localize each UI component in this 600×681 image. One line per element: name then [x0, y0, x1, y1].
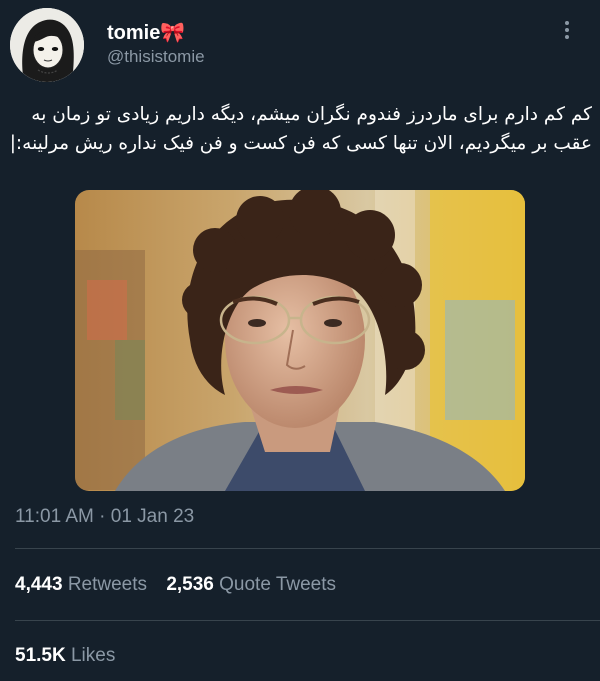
tweet-text-line-2: عقب بر میگردیم، الان تنها کسی که فن کست …	[9, 133, 592, 154]
tweet-date: 01 Jan 23	[110, 506, 195, 527]
retweets-count: 4,443	[15, 574, 63, 595]
tweet-header: tomie🎀 @thisistomie	[0, 0, 600, 90]
tweet-photo[interactable]	[75, 190, 525, 491]
tweet-timestamp[interactable]: 11:01 AM · 01 Jan 23	[15, 506, 194, 528]
more-options-icon[interactable]	[560, 18, 574, 44]
quote-tweets-count: 2,536	[166, 574, 214, 595]
timestamp-separator: ·	[99, 506, 106, 527]
retweets-link[interactable]: 4,443 Retweets	[15, 574, 147, 595]
avatar[interactable]	[10, 8, 84, 82]
quote-tweets-label: Quote Tweets	[219, 574, 337, 595]
author-handle[interactable]: @thisistomie	[107, 47, 205, 67]
likes-link[interactable]: 51.5K Likes	[15, 645, 115, 667]
tweet-text: کم کم دارم برای ماردرز فندوم نگران میشم،…	[7, 100, 592, 158]
author-name-text: tomie	[107, 22, 161, 44]
divider	[15, 620, 600, 621]
divider	[15, 548, 600, 549]
retweets-label: Retweets	[67, 574, 148, 595]
likes-label: Likes	[70, 645, 116, 666]
likes-count: 51.5K	[15, 645, 66, 666]
tweet-time: 11:01 AM	[15, 506, 94, 527]
avatar-illustration	[10, 8, 84, 82]
quote-tweets-link[interactable]: 2,536 Quote Tweets	[166, 574, 336, 595]
author-name[interactable]: tomie🎀	[107, 20, 185, 45]
ribbon-emoji-icon: 🎀	[160, 22, 186, 44]
photo-illustration	[75, 190, 525, 491]
engagement-stats: 4,443 Retweets 2,536 Quote Tweets	[15, 574, 350, 596]
tweet-text-line-1: کم کم دارم برای ماردرز فندوم نگران میشم،…	[31, 104, 592, 125]
